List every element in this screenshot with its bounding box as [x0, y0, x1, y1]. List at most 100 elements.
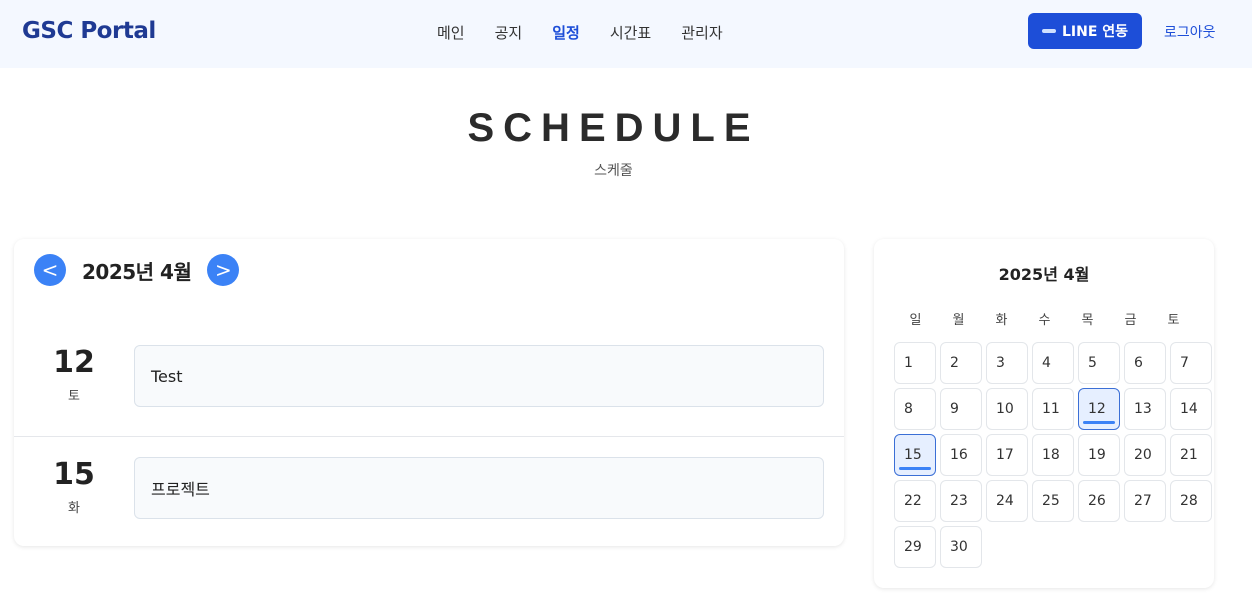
calendar-day-cell[interactable]: 18 [1032, 434, 1074, 476]
weekday-label: 토 [1167, 313, 1180, 328]
calendar-day-cell[interactable]: 7 [1170, 342, 1212, 384]
calendar-day-number: 16 [950, 447, 968, 463]
logout-link[interactable]: 로그아웃 [1164, 22, 1216, 42]
calendar-day-cell[interactable]: 15 [894, 434, 936, 476]
calendar-day-cell[interactable]: 30 [940, 526, 982, 568]
calendar-day-number: 26 [1088, 493, 1106, 509]
calendar-day-number: 11 [1042, 401, 1060, 417]
nav-item-main[interactable]: 메인 [437, 22, 465, 43]
calendar-day-number: 19 [1088, 447, 1106, 463]
page-subtitle: 스케줄 [594, 163, 633, 179]
calendar-day-number: 8 [904, 401, 913, 417]
event-row: 15 화 프로젝트 [14, 436, 844, 546]
prev-month-button[interactable]: < [34, 254, 66, 286]
calendar-day-cell[interactable]: 11 [1032, 388, 1074, 430]
nav-item-timetable[interactable]: 시간표 [610, 22, 651, 43]
calendar-day-number: 27 [1134, 493, 1152, 509]
weekday-label: 월 [952, 313, 965, 328]
calendar-day-number: 6 [1134, 355, 1143, 371]
next-month-button[interactable]: > [207, 254, 240, 286]
calendar-day-number: 18 [1042, 447, 1060, 463]
calendar-day-number: 4 [1042, 355, 1051, 371]
calendar-day-grid: 1 2 3 4 5 6 7 8 9 10 11 12 13 14 15 16 17 18 19 20 21 22 23 24 2… [894, 342, 1214, 568]
calendar-day-cell[interactable]: 5 [1078, 342, 1120, 384]
line-logo-icon [1041, 27, 1056, 35]
calendar-day-cell[interactable]: 1 [894, 342, 936, 384]
calendar-day-cell[interactable]: 21 [1170, 434, 1212, 476]
calendar-day-number: 17 [996, 447, 1014, 463]
calendar-day-number: 23 [950, 493, 968, 509]
calendar-day-number: 7 [1180, 355, 1189, 371]
calendar-day-cell[interactable]: 29 [894, 526, 936, 568]
event-day-number: 12 [53, 345, 95, 380]
calendar-day-number: 13 [1134, 401, 1152, 417]
line-connect-button[interactable]: LINE 연동 [1028, 13, 1142, 49]
calendar-day-number: 30 [950, 539, 968, 555]
calendar-day-cell[interactable]: 2 [940, 342, 982, 384]
brand-logo[interactable]: GSC Portal [22, 18, 156, 44]
calendar-day-cell[interactable]: 4 [1032, 342, 1074, 384]
calendar-day-number: 14 [1180, 401, 1198, 417]
calendar-day-cell[interactable]: 8 [894, 388, 936, 430]
event-weekday: 화 [68, 501, 80, 516]
event-item[interactable]: Test [134, 345, 824, 407]
calendar-day-cell[interactable]: 9 [940, 388, 982, 430]
nav-item-notice[interactable]: 공지 [495, 22, 523, 43]
calendar-day-cell[interactable]: 24 [986, 480, 1028, 522]
calendar-day-cell[interactable]: 19 [1078, 434, 1120, 476]
calendar-day-cell[interactable]: 22 [894, 480, 936, 522]
weekday-label: 수 [1038, 313, 1051, 328]
calendar-day-number: 24 [996, 493, 1014, 509]
calendar-day-number: 1 [904, 355, 913, 371]
page-title: SCHEDULE [467, 106, 760, 150]
calendar-day-number: 25 [1042, 493, 1060, 509]
schedule-list-panel: < 2025년 4월 > 12 토 Test 15 화 프로젝트 [14, 239, 844, 546]
calendar-day-cell[interactable]: 27 [1124, 480, 1166, 522]
mini-calendar-title: 2025년 4월 [998, 265, 1090, 284]
weekday-label: 목 [1081, 313, 1094, 328]
top-navbar: GSC Portal 메인 공지 일정 시간표 관리자 LINE 연동 로그아웃 [0, 0, 1252, 68]
month-navigator: < 2025년 4월 > [34, 254, 240, 286]
calendar-day-cell[interactable]: 20 [1124, 434, 1166, 476]
calendar-day-number: 12 [1088, 401, 1106, 417]
calendar-day-cell[interactable]: 12 [1078, 388, 1120, 430]
chevron-left-icon: < [41, 258, 59, 282]
current-month-label: 2025년 4월 [82, 259, 192, 284]
event-weekday: 토 [68, 389, 80, 404]
calendar-day-number: 3 [996, 355, 1005, 371]
calendar-day-cell[interactable]: 3 [986, 342, 1028, 384]
calendar-day-cell[interactable]: 23 [940, 480, 982, 522]
calendar-day-cell[interactable]: 17 [986, 434, 1028, 476]
nav-item-schedule[interactable]: 일정 [552, 22, 580, 43]
nav-item-admin[interactable]: 관리자 [681, 22, 722, 43]
calendar-day-cell[interactable]: 26 [1078, 480, 1120, 522]
calendar-day-cell[interactable]: 6 [1124, 342, 1166, 384]
calendar-day-cell[interactable]: 10 [986, 388, 1028, 430]
event-indicator-bar [899, 467, 931, 470]
calendar-day-cell[interactable]: 16 [940, 434, 982, 476]
chevron-right-icon: > [214, 258, 232, 282]
calendar-day-cell[interactable]: 13 [1124, 388, 1166, 430]
calendar-day-cell[interactable]: 25 [1032, 480, 1074, 522]
calendar-day-number: 29 [904, 539, 922, 555]
event-day-number: 15 [53, 457, 95, 492]
calendar-day-number: 21 [1180, 447, 1198, 463]
calendar-day-cell[interactable]: 14 [1170, 388, 1212, 430]
calendar-day-number: 20 [1134, 447, 1152, 463]
calendar-day-cell[interactable]: 28 [1170, 480, 1212, 522]
calendar-day-number: 5 [1088, 355, 1097, 371]
event-indicator-bar [1083, 421, 1115, 424]
line-connect-label: LINE 연동 [1061, 24, 1129, 40]
calendar-day-number: 9 [950, 401, 959, 417]
calendar-day-number: 22 [904, 493, 922, 509]
mini-calendar-panel: 2025년 4월 일 월 화 수 목 금 토 1 2 3 4 5 6 7 8 9 10 11 12 13… [874, 239, 1214, 588]
weekday-label: 화 [995, 313, 1008, 328]
weekday-label: 금 [1124, 313, 1137, 328]
calendar-day-number: 15 [904, 447, 922, 463]
event-item[interactable]: 프로젝트 [134, 457, 824, 519]
calendar-day-number: 28 [1180, 493, 1198, 509]
calendar-day-number: 10 [996, 401, 1014, 417]
event-row: 12 토 Test [14, 325, 844, 435]
weekday-header: 일 월 화 수 목 금 토 [894, 309, 1214, 328]
main-nav: 메인 공지 일정 시간표 관리자 [437, 22, 753, 43]
